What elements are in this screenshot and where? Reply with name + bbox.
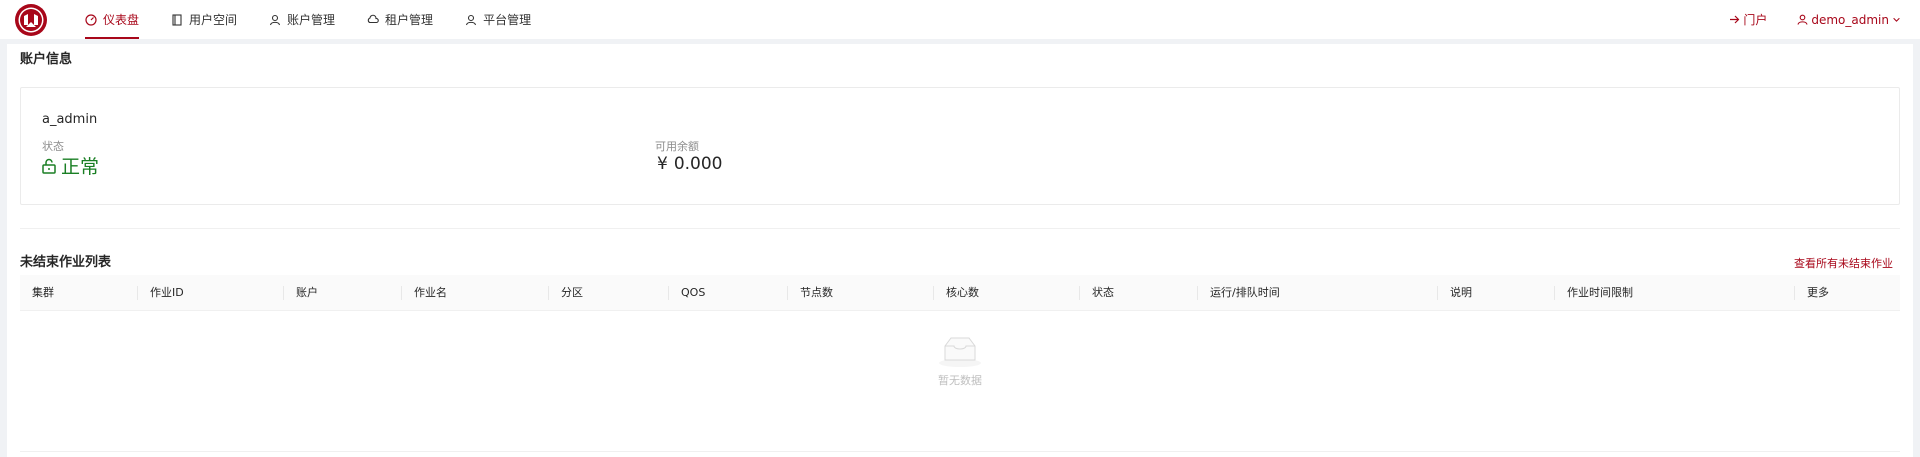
user-icon — [1797, 14, 1808, 25]
column-header-state[interactable]: 状态 — [1080, 275, 1114, 311]
university-logo[interactable] — [14, 3, 48, 37]
currency-symbol: ¥ — [657, 154, 668, 174]
book-icon — [172, 13, 182, 26]
section-divider — [20, 228, 1900, 229]
nav-label-platform-management: 平台管理 — [483, 13, 532, 27]
main-nav: 仪表盘 用户空间 账户管理 租户管理 平台管理 — [85, 0, 563, 39]
main-content: 账户信息 a_admin 状态 正常 可用余额 ¥ 0.000 未结束作业列表 … — [7, 44, 1913, 457]
dashboard-icon — [85, 13, 97, 26]
user-icon — [466, 14, 477, 25]
column-header-more[interactable]: 更多 — [1795, 275, 1829, 311]
nav-label-account-management: 账户管理 — [287, 13, 336, 27]
nav-label-dashboard: 仪表盘 — [103, 13, 140, 27]
jobs-table-header: 集群 作业ID 账户 作业名 分区 QOS 节点数 核心数 状态 运行/排队时间… — [20, 275, 1900, 311]
balance-amount: 0.000 — [673, 154, 723, 174]
column-header-description[interactable]: 说明 — [1438, 275, 1472, 311]
column-header-time-limit[interactable]: 作业时间限制 — [1555, 275, 1633, 311]
unlock-icon — [42, 158, 56, 174]
view-all-unfinished-jobs-link[interactable]: 查看所有未结束作业 — [1794, 255, 1893, 271]
account-info-card: a_admin 状态 正常 可用余额 ¥ 0.000 — [20, 87, 1900, 205]
portal-link[interactable]: 门户 — [1729, 11, 1767, 28]
username: demo_admin — [1811, 12, 1889, 27]
empty-inbox-icon — [939, 337, 981, 367]
nav-item-tenant-management[interactable]: 租户管理 — [367, 0, 433, 39]
column-header-job-name[interactable]: 作业名 — [402, 275, 447, 311]
user-icon — [269, 14, 281, 25]
empty-state: 暂无数据 — [7, 334, 1913, 388]
header-tools: 门户 demo_admin — [1729, 0, 1901, 39]
unfinished-jobs-title: 未结束作业列表 — [20, 255, 112, 270]
balance-value: ¥ 0.000 — [657, 154, 723, 174]
nav-item-user-space[interactable]: 用户空间 — [171, 0, 237, 39]
column-header-account[interactable]: 账户 — [284, 275, 318, 311]
column-header-job-id[interactable]: 作业ID — [138, 275, 184, 311]
top-nav-bar: 仪表盘 用户空间 账户管理 租户管理 平台管理 门户 demo_admin — [0, 0, 1920, 39]
nav-label-tenant-management: 租户管理 — [385, 13, 434, 27]
account-info-title: 账户信息 — [20, 52, 73, 67]
account-name: a_admin — [42, 112, 98, 127]
column-header-cluster[interactable]: 集群 — [20, 275, 54, 311]
column-header-qos[interactable]: QOS — [669, 275, 705, 311]
arrow-right-icon — [1730, 15, 1740, 24]
column-header-node-count[interactable]: 节点数 — [788, 275, 833, 311]
nav-item-platform-management[interactable]: 平台管理 — [465, 0, 531, 39]
balance-label: 可用余额 — [655, 140, 699, 153]
table-bottom-divider — [20, 451, 1900, 452]
nav-label-user-space: 用户空间 — [189, 13, 238, 27]
status-text: 正常 — [61, 156, 100, 178]
column-header-partition[interactable]: 分区 — [549, 275, 583, 311]
column-header-core-count[interactable]: 核心数 — [934, 275, 979, 311]
nav-item-account-management[interactable]: 账户管理 — [269, 0, 335, 39]
column-header-run-queue-time[interactable]: 运行/排队时间 — [1198, 275, 1280, 311]
chevron-down-icon — [1893, 17, 1900, 22]
portal-label: 门户 — [1743, 13, 1768, 27]
nav-item-dashboard[interactable]: 仪表盘 — [85, 0, 140, 39]
status-value: 正常 — [41, 152, 99, 179]
empty-text: 暂无数据 — [938, 374, 982, 387]
user-menu[interactable]: demo_admin — [1797, 13, 1901, 27]
cloud-icon — [367, 14, 379, 23]
